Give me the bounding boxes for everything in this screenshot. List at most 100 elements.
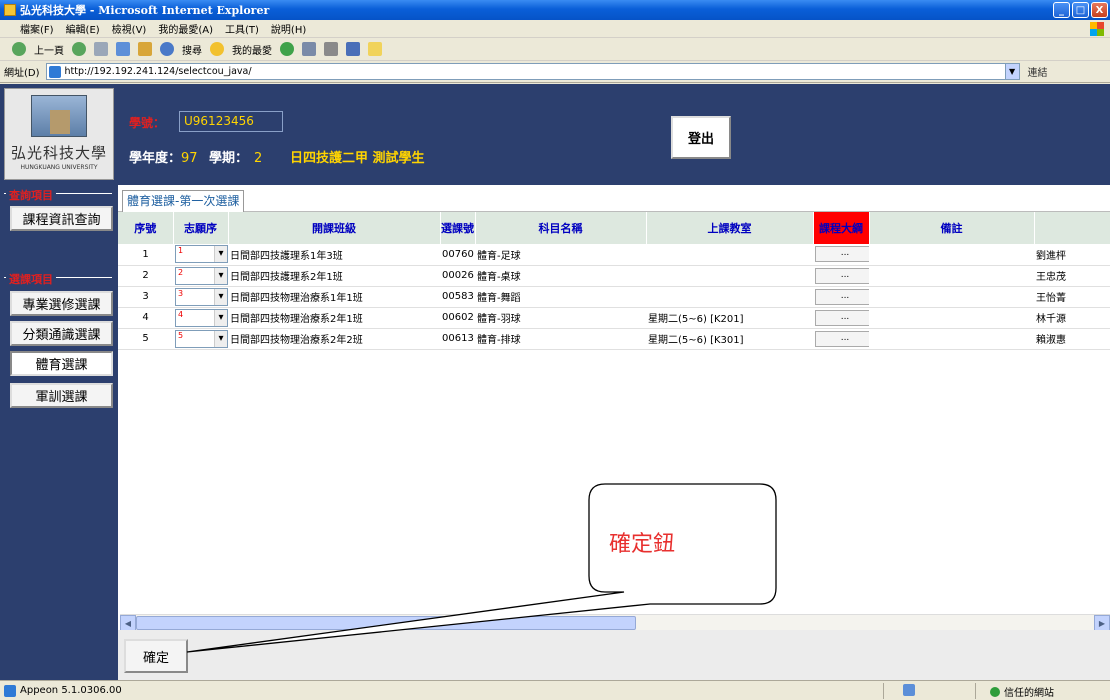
- row-preference: 4: [173, 307, 228, 329]
- pe-course-button[interactable]: 體育選課: [10, 351, 113, 376]
- menu-file[interactable]: 檔案(F): [20, 21, 54, 36]
- row-class: 日間部四技物理治療系1年1班: [228, 286, 440, 308]
- outline-button[interactable]: ...: [815, 288, 869, 305]
- forward-icon[interactable]: [72, 42, 86, 56]
- preference-dropdown[interactable]: 5: [175, 329, 228, 348]
- home-icon[interactable]: [138, 42, 152, 56]
- row-outline: ...: [813, 244, 869, 266]
- menu-favorites[interactable]: 我的最愛(A): [158, 21, 213, 36]
- header-class: 開課班級: [228, 212, 441, 244]
- outline-button[interactable]: ...: [815, 246, 869, 263]
- sidebar: 查詢項目 課程資訊查詢 選課項目 專業選修選課 分類通識選課 體育選課 軍訓選課: [0, 185, 118, 680]
- refresh-icon[interactable]: [116, 42, 130, 56]
- academic-year-value: 97: [181, 151, 198, 166]
- history-icon[interactable]: [280, 42, 294, 56]
- row-outline: ...: [813, 328, 869, 350]
- scroll-right-icon[interactable]: ▶: [1094, 615, 1110, 631]
- query-section-label: 查詢項目: [6, 187, 56, 203]
- row-subject: 體育-足球: [475, 244, 646, 266]
- print-icon[interactable]: [324, 42, 338, 56]
- row-note: [869, 244, 1034, 266]
- outline-button[interactable]: ...: [815, 309, 869, 326]
- favorites-button[interactable]: 我的最愛: [232, 42, 272, 57]
- general-education-button[interactable]: 分類通識選課: [10, 321, 113, 346]
- row-code: 00026: [440, 265, 475, 287]
- preference-dropdown[interactable]: 1: [175, 245, 228, 264]
- back-icon[interactable]: [12, 42, 26, 56]
- row-preference: 5: [173, 328, 228, 350]
- row-seq: 3: [118, 286, 173, 308]
- back-button[interactable]: 上一頁: [34, 42, 64, 57]
- course-info-query-button[interactable]: 課程資訊查詢: [10, 206, 113, 231]
- outline-button[interactable]: ...: [815, 267, 869, 284]
- menu-view[interactable]: 檢視(V): [112, 21, 147, 36]
- menu-tools[interactable]: 工具(T): [225, 21, 259, 36]
- close-button[interactable]: X: [1091, 2, 1108, 18]
- scroll-thumb[interactable]: [136, 616, 636, 630]
- horizontal-scrollbar[interactable]: ◀ ▶: [120, 614, 1110, 631]
- row-subject: 體育-排球: [475, 328, 646, 350]
- row-class: 日間部四技護理系1年3班: [228, 244, 440, 266]
- row-room: 星期二(5~6) [K201]: [646, 307, 813, 329]
- row-note: [869, 286, 1034, 308]
- app-icon: [4, 4, 16, 16]
- header-note: 備註: [869, 212, 1035, 244]
- header-teacher: [1034, 212, 1110, 244]
- trusted-site-icon: [990, 686, 1000, 697]
- links-button[interactable]: 連結: [1028, 64, 1048, 79]
- military-training-button[interactable]: 軍訓選課: [10, 383, 113, 408]
- menu-help[interactable]: 說明(H): [271, 21, 306, 36]
- zone-icon: [903, 684, 915, 696]
- row-class: 日間部四技物理治療系2年2班: [228, 328, 440, 350]
- major-elective-button[interactable]: 專業選修選課: [10, 291, 113, 316]
- table-row: 2 2 日間部四技護理系2年1班 00026 體育-桌球 ... 王忠茂: [118, 265, 1110, 287]
- table-row: 5 5 日間部四技物理治療系2年2班 00613 體育-排球 星期二(5~6) …: [118, 328, 1110, 350]
- semester: 學期： 2: [209, 147, 262, 166]
- page-status-icon: [4, 684, 16, 697]
- select-section-header: 選課項目: [4, 271, 112, 291]
- tab-pe-first-selection[interactable]: 體育選課-第一次選課: [122, 190, 245, 212]
- row-subject: 體育-舞蹈: [475, 286, 646, 308]
- status-separator: [975, 683, 976, 699]
- preference-dropdown[interactable]: 4: [175, 308, 228, 327]
- query-section-header: 查詢項目: [4, 187, 112, 207]
- mail-icon[interactable]: [302, 42, 316, 56]
- header-outline: 課程大綱: [813, 212, 870, 244]
- stop-icon[interactable]: [94, 42, 108, 56]
- academic-year: 學年度：97: [129, 147, 198, 166]
- confirm-button[interactable]: 確定: [124, 639, 188, 673]
- preference-dropdown[interactable]: 2: [175, 266, 228, 285]
- search-button[interactable]: 搜尋: [182, 42, 202, 57]
- header-seq: 序號: [118, 212, 174, 244]
- toolbar: 上一頁 搜尋 我的最愛: [0, 38, 1110, 61]
- scroll-left-icon[interactable]: ◀: [120, 615, 136, 631]
- row-seq: 4: [118, 307, 173, 329]
- messenger-icon[interactable]: [368, 42, 382, 56]
- app-content: 弘光科技大學 HUNGKUANG UNIVERSITY 學號： U9612345…: [0, 84, 1110, 680]
- app-header: 弘光科技大學 HUNGKUANG UNIVERSITY 學號： U9612345…: [0, 84, 1110, 185]
- outline-button[interactable]: ...: [815, 330, 869, 347]
- edit-icon[interactable]: [346, 42, 360, 56]
- maximize-button[interactable]: □: [1072, 2, 1089, 18]
- row-subject: 體育-羽球: [475, 307, 646, 329]
- minimize-button[interactable]: _: [1053, 2, 1070, 18]
- window-title-bar: 弘光科技大學 - Microsoft Internet Explorer _ □…: [0, 0, 1110, 20]
- table-row: 4 4 日間部四技物理治療系2年1班 00602 體育-羽球 星期二(5~6) …: [118, 307, 1110, 329]
- row-note: [869, 307, 1034, 329]
- menu-edit[interactable]: 編輯(E): [66, 21, 100, 36]
- preference-dropdown[interactable]: 3: [175, 287, 228, 306]
- row-outline: ...: [813, 286, 869, 308]
- row-code: 00583: [440, 286, 475, 308]
- search-icon[interactable]: [160, 42, 174, 56]
- row-outline: ...: [813, 265, 869, 287]
- row-teacher: 賴淑惠: [1034, 328, 1110, 350]
- favorites-star-icon[interactable]: [210, 42, 224, 56]
- academic-year-label: 學年度：: [129, 151, 182, 166]
- windows-logo-icon: [1090, 22, 1104, 36]
- row-room: 星期二(5~6) [K301]: [646, 328, 813, 350]
- row-teacher: 王怡菁: [1034, 286, 1110, 308]
- address-input[interactable]: http://192.192.241.124/selectcou_java/ ▼: [45, 63, 1020, 80]
- address-dropdown-icon[interactable]: ▼: [1004, 64, 1019, 79]
- semester-label: 學期：: [209, 151, 249, 166]
- logout-button[interactable]: 登出: [671, 116, 731, 159]
